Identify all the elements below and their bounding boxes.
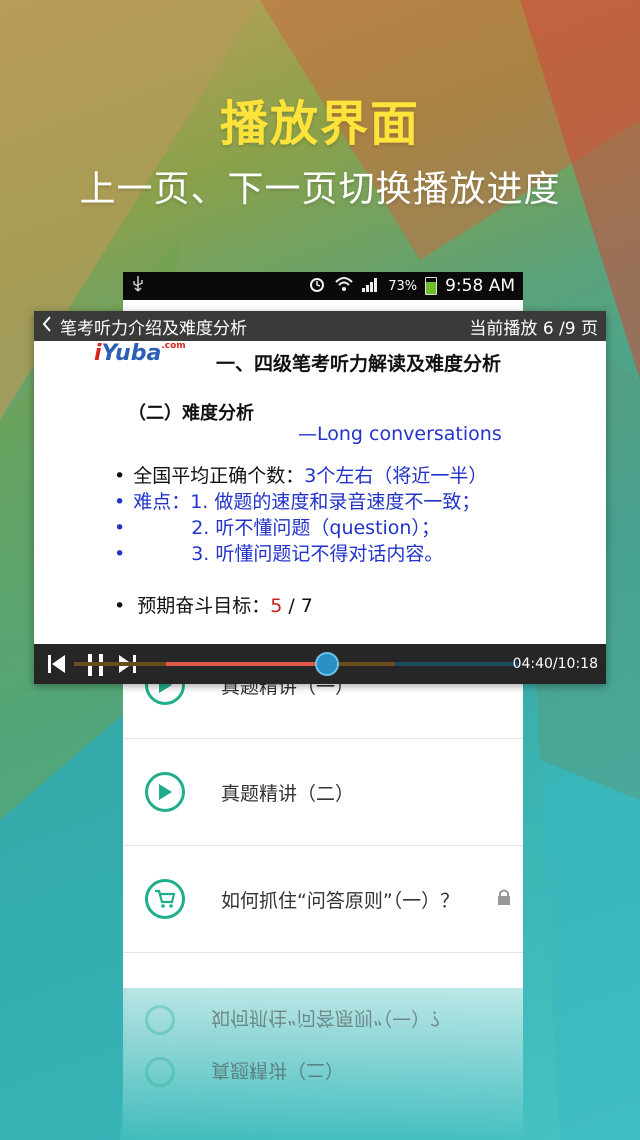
reflection-label: 真题精讲（二） [211,1059,345,1082]
reflection-row: 如何抓住“问答原则”（一）？ [123,994,523,1046]
usb-icon [131,275,145,297]
bullet-difficulty: • 难点：1. 做题的速度和录音速度不一致； [114,491,481,513]
hero-subtitle: 上一页、下一页切换播放进度 [79,169,561,210]
progress-knob[interactable] [314,652,339,676]
back-chevron-icon[interactable] [42,315,52,337]
battery-charging-icon [425,277,438,295]
slide-section: （二）难度分析 [128,403,254,424]
playback-time: 04:40/10:18 [512,656,598,672]
progress-bar[interactable] [74,652,518,676]
progress-fill [166,662,327,666]
play-circle-icon [145,772,185,812]
list-item[interactable]: 真题精讲（二） [123,739,523,846]
lock-icon [497,888,511,906]
bullet-goal: • 预期奋斗目标：5 / 7 [114,595,313,617]
list-item-label: 真题精讲（二） [221,782,355,805]
reflection-row: 真题精讲（二） [123,1046,523,1098]
status-bar: 73% 9:58 AM [123,272,523,300]
battery-percent: 73% [388,278,418,294]
list-item-label: 如何抓住“问答原则”（一）？ [221,889,460,912]
list-reflection: 如何抓住“问答原则”（一）？ 真题精讲（二） [123,988,523,1140]
signal-icon [362,276,380,296]
video-player: 笔考听力介绍及难度分析 当前播放 6 /9 页 iYuba.com 一、四级笔考… [34,311,606,684]
slide-content: iYuba.com 一、四级笔考听力解读及难度分析 （二）难度分析 —Long … [34,341,606,643]
page-indicator: 当前播放 6 /9 页 [469,318,598,339]
cart-circle-icon [145,879,185,919]
alarm-icon [308,275,326,297]
bullet-average: • 全国平均正确个数：3个左右（将近一半） [114,465,488,487]
previous-page-icon[interactable] [48,655,66,673]
reflection-label: 如何抓住“问答原则”（一）？ [211,1007,450,1030]
slide-subsection: —Long conversations [298,423,502,445]
bullet-difficulty-2: • 2. 听不懂问题（question）； [114,517,440,539]
list-item[interactable]: 如何抓住“问答原则”（一）？ [123,846,523,953]
wifi-icon [334,275,354,297]
hero-title: 播放界面 [219,96,420,152]
player-controls: 04:40/10:18 [34,644,606,684]
slide-title: 一、四级笔考听力解读及难度分析 [216,353,502,375]
player-title: 笔考听力介绍及难度分析 [60,318,247,339]
bullet-difficulty-3: • 3. 听懂问题记不得对话内容。 [114,543,444,565]
yuba-logo: iYuba.com [94,341,186,366]
player-header: 笔考听力介绍及难度分析 当前播放 6 /9 页 [34,311,606,341]
clock: 9:58 AM [445,276,515,296]
